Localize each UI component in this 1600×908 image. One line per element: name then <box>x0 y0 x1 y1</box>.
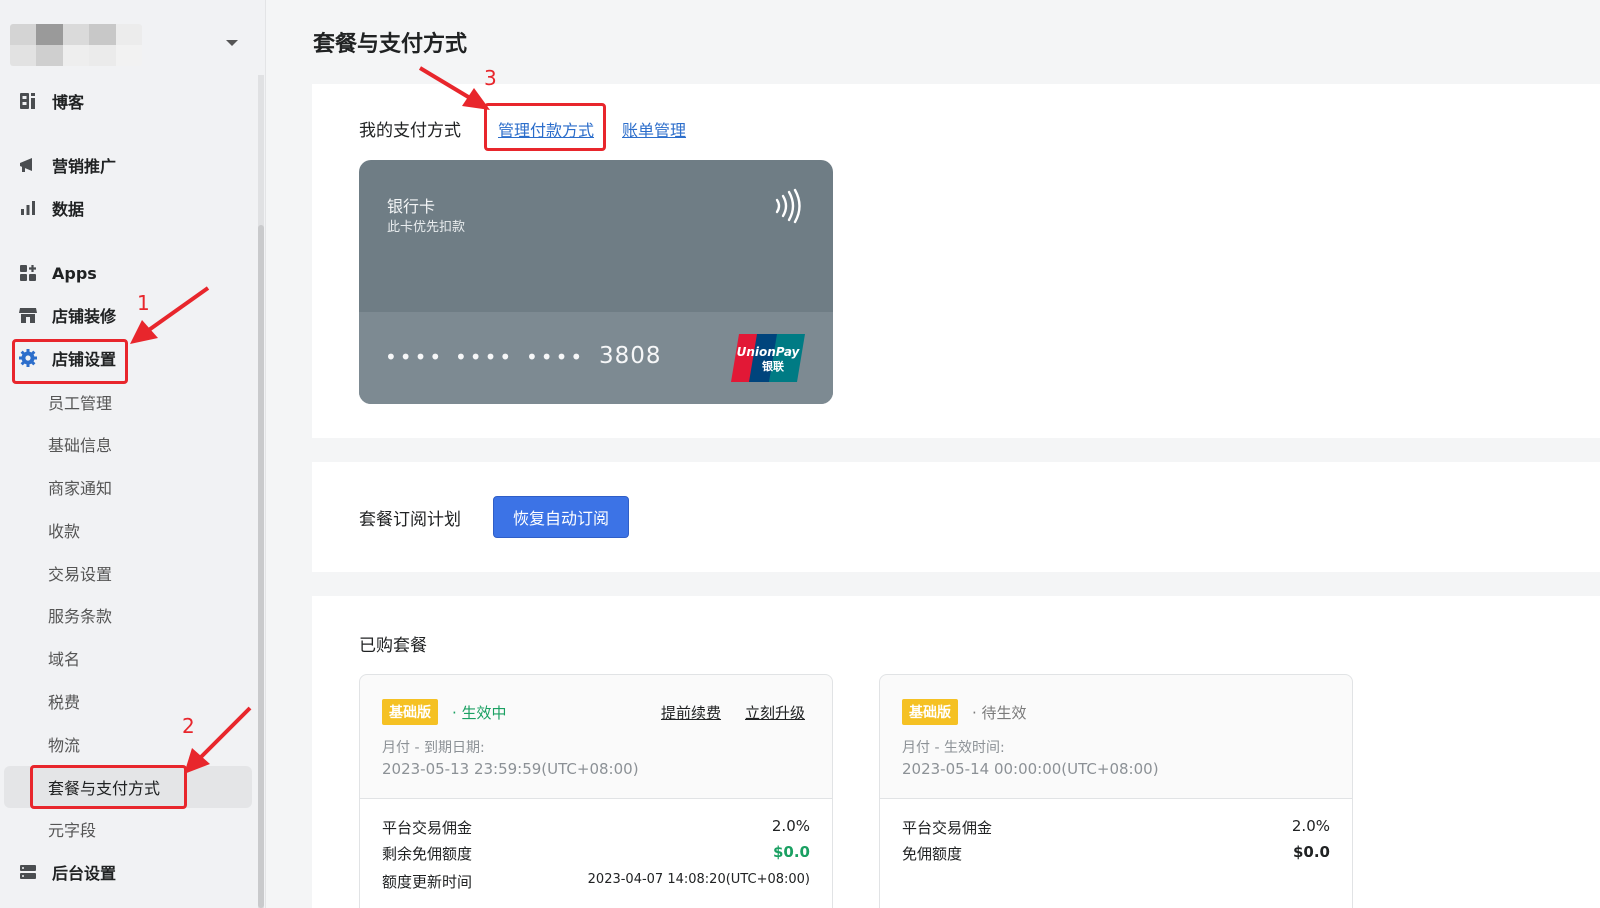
sidebar-item-label: 店铺装修 <box>52 307 117 326</box>
sidebar-item-label: Apps <box>52 263 97 283</box>
divider <box>880 798 1352 799</box>
card-number-mask: •••• <box>385 345 445 369</box>
plan-meta: 月付 - 到期日期: <box>382 740 485 756</box>
free-quota-label: 免佣额度 <box>902 845 963 863</box>
sidebar-subitem-checkout[interactable]: 交易设置 <box>48 558 112 588</box>
free-quota-value: $0.0 <box>772 843 810 861</box>
purchased-plans-title: 已购套餐 <box>359 636 427 656</box>
plan-card-current: 基础版 · 生效中 提前续费 立刻升级 月付 - 到期日期: 2023-05-1… <box>359 674 833 908</box>
card-number-mask: •••• <box>455 345 515 369</box>
annotation-arrow-2 <box>184 706 252 774</box>
sidebar-item-label: 博客 <box>52 93 85 112</box>
sidebar-item-label: 数据 <box>52 200 85 219</box>
commission-label: 平台交易佣金 <box>382 819 473 837</box>
store-switcher[interactable] <box>10 22 250 68</box>
plan-card-pending: 基础版 · 待生效 月付 - 生效时间: 2023-05-14 00:00:00… <box>879 674 1353 908</box>
plan-date: 2023-05-13 23:59:59(UTC+08:00) <box>382 760 639 778</box>
commission-value: 2.0% <box>1291 817 1330 835</box>
card-number-mask: •••• <box>526 345 586 369</box>
sidebar-subitem-policies[interactable]: 服务条款 <box>48 600 112 630</box>
resume-auto-subscription-button[interactable]: 恢复自动订阅 <box>493 496 629 538</box>
plan-meta: 月付 - 生效时间: <box>902 740 1005 756</box>
sidebar-subitem-domains[interactable]: 域名 <box>48 643 80 673</box>
divider <box>360 798 832 799</box>
sidebar-item-blog[interactable]: 博客 <box>14 84 84 118</box>
subscription-plan-title: 套餐订阅计划 <box>359 510 461 530</box>
sidebar-subitem-notifications[interactable]: 商家通知 <box>48 472 112 502</box>
annotation-box-manage-payment <box>484 103 606 151</box>
sidebar-item-label: 营销推广 <box>52 157 117 176</box>
status-badge: · 待生效 <box>972 704 1027 722</box>
card-last-four: 3808 <box>599 343 662 369</box>
sidebar-subitem-basic-info[interactable]: 基础信息 <box>48 429 112 459</box>
billing-management-link[interactable]: 账单管理 <box>622 117 686 141</box>
unionpay-logo: UnionPay 银联 <box>731 334 805 382</box>
storefront-icon <box>18 305 38 325</box>
annotation-box-settings <box>12 339 128 384</box>
sidebar-item-analytics[interactable]: 数据 <box>14 191 84 225</box>
quota-update-label: 额度更新时间 <box>382 873 473 891</box>
chevron-down-icon[interactable] <box>226 40 238 46</box>
plan-date: 2023-05-14 00:00:00(UTC+08:00) <box>902 760 1159 778</box>
card-priority-note: 此卡优先扣款 <box>387 220 466 235</box>
renew-early-link[interactable]: 提前续费 <box>661 702 721 723</box>
sidebar-item-admin-settings[interactable]: 后台设置 <box>14 855 116 889</box>
sidebar-subitem-taxes[interactable]: 税费 <box>48 686 80 716</box>
svg-text:银联: 银联 <box>762 359 784 373</box>
sidebar-subitem-shipping[interactable]: 物流 <box>48 729 80 759</box>
bank-card[interactable]: 银行卡 此卡优先扣款 •••• •••• •••• 3808 UnionPay … <box>359 160 833 404</box>
svg-text:UnionPay: UnionPay <box>737 345 801 359</box>
sidebar-subitem-payments[interactable]: 收款 <box>48 515 80 545</box>
plan-badge: 基础版 <box>382 699 438 725</box>
contactless-icon <box>775 188 801 224</box>
sidebar-item-label: 后台设置 <box>52 864 117 883</box>
page-title: 套餐与支付方式 <box>313 32 468 57</box>
blog-icon <box>18 91 38 111</box>
quota-update-value: 2023-04-07 14:08:20(UTC+08:00) <box>587 872 810 887</box>
sidebar-item-apps[interactable]: Apps <box>14 256 97 290</box>
commission-value: 2.0% <box>771 817 810 835</box>
free-quota-value: $0.0 <box>1292 843 1330 861</box>
sidebar-scrollbar-thumb[interactable] <box>258 225 264 908</box>
store-logo <box>10 24 142 66</box>
server-icon <box>18 862 38 882</box>
plan-badge: 基础版 <box>902 699 958 725</box>
card-type-label: 银行卡 <box>387 197 436 216</box>
sidebar-subitem-metafields[interactable]: 元字段 <box>48 814 96 844</box>
sidebar-item-theme[interactable]: 店铺装修 <box>14 298 116 332</box>
bar-chart-icon <box>18 198 38 218</box>
sidebar-item-marketing[interactable]: 营销推广 <box>14 148 116 182</box>
upgrade-now-link[interactable]: 立刻升级 <box>745 702 805 723</box>
annotation-box-plan-billing <box>30 765 187 809</box>
annotation-arrow-3 <box>418 66 490 110</box>
megaphone-icon <box>18 155 38 175</box>
payment-methods-title: 我的支付方式 <box>359 121 461 141</box>
status-badge: · 生效中 <box>452 704 507 722</box>
annotation-arrow-1 <box>130 286 210 344</box>
free-quota-label: 剩余免佣额度 <box>382 845 473 863</box>
apps-grid-icon <box>18 263 38 283</box>
sidebar-subitem-staff[interactable]: 员工管理 <box>48 387 112 417</box>
commission-label: 平台交易佣金 <box>902 819 993 837</box>
